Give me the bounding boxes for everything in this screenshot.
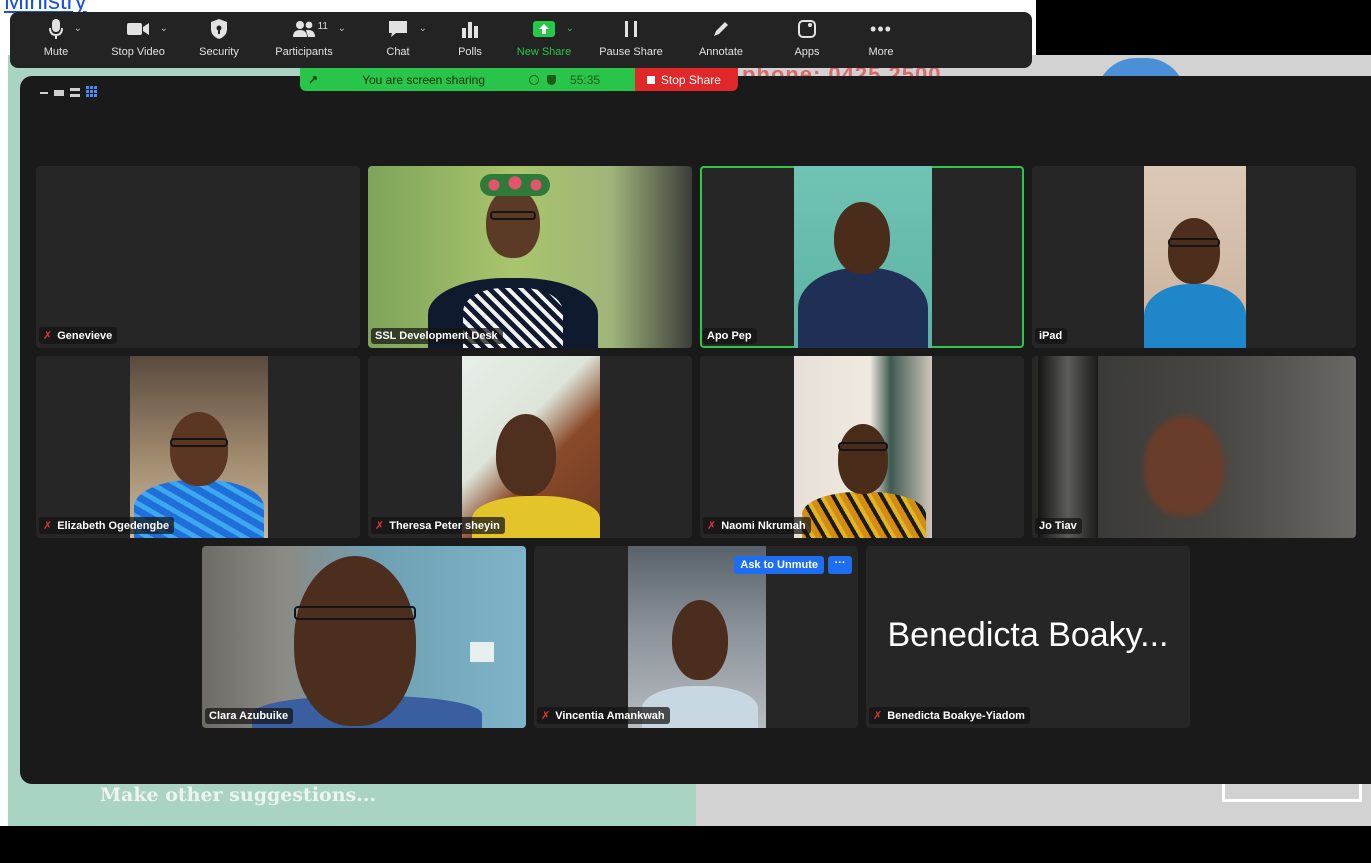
participant-tile-clara-azubuike[interactable]: Clara Azubuike — [202, 546, 526, 728]
participant-tile-jo-tiav[interactable]: Jo Tiav — [1032, 356, 1356, 538]
chat-button[interactable]: ⌄ Chat — [358, 12, 438, 68]
tile-size-medium-icon[interactable] — [54, 90, 64, 96]
mute-button[interactable]: ⌄ Mute — [24, 12, 88, 68]
apps-icon — [798, 20, 816, 38]
participant-nametag: Clara Azubuike — [205, 708, 294, 724]
participant-nametag: ✗ Theresa Peter sheyin — [371, 517, 505, 534]
pause-share-button[interactable]: Pause Share — [586, 12, 676, 68]
participant-video — [1144, 166, 1246, 348]
gallery-size-switch[interactable] — [40, 86, 97, 97]
participant-nametag: Jo Tiav — [1035, 518, 1082, 534]
participant-video — [794, 356, 932, 538]
participant-video — [202, 546, 526, 728]
video-camera-icon — [127, 23, 149, 35]
meeting-toolbar: ⌄ Mute ⌄ Stop Video Security 11 ⌄ Partici… — [10, 12, 1032, 68]
participant-nametag: ✗ Vincentia Amankwah — [537, 707, 670, 724]
chevron-down-icon[interactable]: ⌄ — [338, 23, 346, 34]
participant-tile-naomi-nkrumah[interactable]: ✗ Naomi Nkrumah — [700, 356, 1024, 538]
participant-tile-ssl-development-desk[interactable]: SSL Development Desk — [368, 166, 692, 348]
participant-video — [368, 166, 692, 348]
stop-icon — [646, 75, 655, 84]
participant-nametag: ✗ Naomi Nkrumah — [703, 517, 811, 534]
new-share-button[interactable]: ⌄ New Share — [502, 12, 586, 68]
black-area — [1036, 0, 1371, 55]
pin-icon[interactable]: ↗ — [308, 73, 318, 87]
stop-share-label: Stop Share — [660, 72, 721, 87]
participant-video — [130, 356, 268, 538]
muted-mic-icon: ✗ — [43, 330, 53, 342]
polls-button[interactable]: Polls — [438, 12, 502, 68]
participant-tile-apo-pep[interactable]: Apo Pep — [700, 166, 1024, 348]
more-options-button[interactable]: ··· — [828, 556, 852, 574]
share-status-bar[interactable]: ↗ You are screen sharing 55:35 — [300, 68, 635, 91]
participant-nametag: ✗ Benedicta Boakye-Yiadom — [869, 707, 1030, 724]
security-button[interactable]: Security — [188, 12, 250, 68]
participant-count: 11 — [317, 21, 328, 32]
annotate-button[interactable]: Annotate — [676, 12, 766, 68]
muted-mic-icon: ✗ — [541, 710, 551, 722]
tile-size-small-icon[interactable] — [40, 92, 48, 94]
shield-icon — [211, 19, 227, 39]
chevron-down-icon[interactable]: ⌄ — [74, 23, 82, 34]
participant-tile-vincentia-amankwah[interactable]: Ask to Unmute ··· ✗ Vincentia Amankwah — [534, 546, 858, 728]
chevron-down-icon[interactable]: ⌄ — [419, 23, 427, 34]
share-message: You are screen sharing — [362, 72, 486, 87]
tile-size-grid-icon[interactable] — [86, 86, 97, 97]
participant-nametag: Apo Pep — [703, 328, 757, 344]
participant-video — [1032, 356, 1356, 538]
participant-video — [462, 356, 600, 538]
ellipsis-icon: ••• — [870, 18, 892, 39]
chevron-down-icon[interactable]: ⌄ — [160, 23, 168, 34]
apps-button[interactable]: Apps — [766, 12, 848, 68]
tile-size-large-icon[interactable] — [70, 88, 80, 97]
shield-check-icon — [547, 74, 557, 85]
people-icon — [293, 21, 315, 37]
participant-nametag: ✗ Elizabeth Ogedengbe — [39, 517, 175, 534]
bottom-bar — [0, 826, 1371, 863]
muted-mic-icon: ✗ — [43, 520, 53, 532]
more-button[interactable]: ••• More — [848, 12, 914, 68]
muted-mic-icon: ✗ — [707, 520, 717, 532]
pause-icon — [625, 21, 637, 37]
pencil-icon — [714, 22, 728, 36]
participant-tile-ipad[interactable]: iPad — [1032, 166, 1356, 348]
participant-nametag: SSL Development Desk — [371, 328, 503, 344]
recording-status-icon — [529, 74, 540, 85]
bar-chart-icon — [462, 22, 478, 38]
screen-share-banner: ↗ You are screen sharing 55:35 Stop Shar… — [300, 68, 738, 91]
participant-tile-theresa-peter-sheyin[interactable]: ✗ Theresa Peter sheyin — [368, 356, 692, 538]
stop-share-button[interactable]: Stop Share — [634, 68, 738, 91]
chevron-down-icon[interactable]: ⌄ — [566, 23, 574, 34]
participants-button[interactable]: 11 ⌄ Participants — [250, 12, 358, 68]
muted-mic-icon: ✗ — [375, 520, 385, 532]
participant-display-name: Benedicta Boaky... — [887, 616, 1169, 654]
participant-tile-benedicta-boakye-yiadom[interactable]: Benedicta Boaky... ✗ Benedicta Boakye-Yia… — [866, 546, 1190, 728]
slide-bottom-text: Make other suggestions... — [100, 784, 377, 806]
participant-video — [794, 166, 932, 348]
participant-nametag: ✗ Genevieve — [39, 327, 118, 344]
share-screen-icon — [533, 21, 555, 37]
chat-bubble-icon — [389, 21, 407, 37]
share-timer: 55:35 — [570, 72, 601, 87]
ask-to-unmute-button[interactable]: Ask to Unmute — [734, 556, 824, 574]
participant-tile-genevieve[interactable]: ✗ Genevieve — [36, 166, 360, 348]
muted-mic-icon: ✗ — [873, 710, 883, 722]
stop-video-button[interactable]: ⌄ Stop Video — [88, 12, 188, 68]
participant-tile-elizabeth-ogedengbe[interactable]: ✗ Elizabeth Ogedengbe — [36, 356, 360, 538]
participant-nametag: iPad — [1035, 328, 1068, 344]
microphone-icon — [49, 19, 63, 39]
